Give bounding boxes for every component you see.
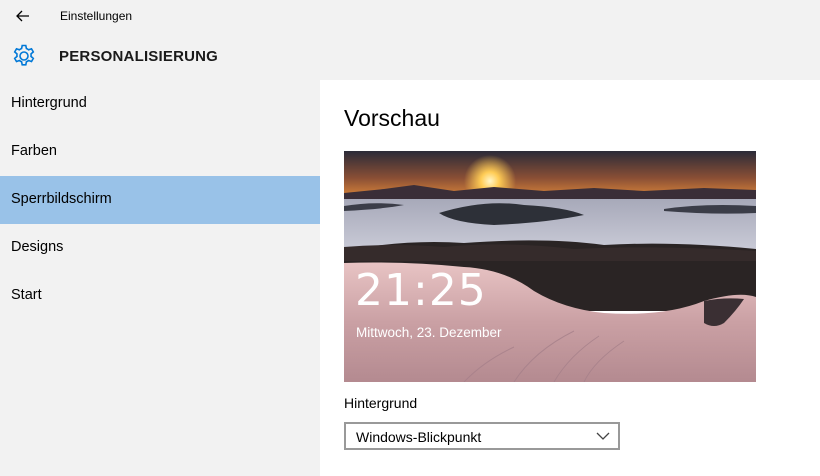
- sidebar-item-label: Designs: [11, 239, 64, 255]
- sidebar-item-designs[interactable]: Designs: [0, 224, 320, 272]
- lockscreen-preview: 21:25 Mittwoch, 23. Dezember: [344, 151, 756, 382]
- sidebar-item-sperrbildschirm[interactable]: Sperrbildschirm: [0, 176, 320, 224]
- main-content: Vorschau 21:25 Mittwoch, 23. Dezember Hi…: [320, 80, 820, 476]
- back-button[interactable]: [10, 4, 36, 28]
- background-select[interactable]: Windows-Blickpunkt: [344, 422, 620, 450]
- preview-heading: Vorschau: [344, 105, 440, 131]
- sidebar-item-start[interactable]: Start: [0, 272, 320, 320]
- chevron-down-icon: [596, 432, 610, 440]
- page-title: PERSONALISIERUNG: [59, 48, 219, 65]
- title-bar: Einstellungen: [0, 0, 820, 32]
- gear-icon: [13, 44, 35, 66]
- background-label: Hintergrund: [344, 395, 418, 411]
- window-title: Einstellungen: [60, 9, 133, 23]
- lockscreen-date: Mittwoch, 23. Dezember: [356, 325, 502, 340]
- section-header: PERSONALISIERUNG: [0, 32, 820, 80]
- sidebar-item-label: Hintergrund: [11, 95, 87, 111]
- sidebar-item-label: Farben: [11, 143, 57, 159]
- sidebar-item-farben[interactable]: Farben: [0, 128, 320, 176]
- sidebar-item-label: Start: [11, 287, 42, 303]
- sidebar-item-hintergrund[interactable]: Hintergrund: [0, 80, 320, 128]
- sidebar: Hintergrund Farben Sperrbildschirm Desig…: [0, 80, 320, 476]
- lockscreen-time: 21:25: [355, 265, 487, 316]
- background-select-value: Windows-Blickpunkt: [356, 429, 482, 445]
- sidebar-item-label: Sperrbildschirm: [11, 191, 112, 207]
- back-arrow-icon: [16, 10, 29, 22]
